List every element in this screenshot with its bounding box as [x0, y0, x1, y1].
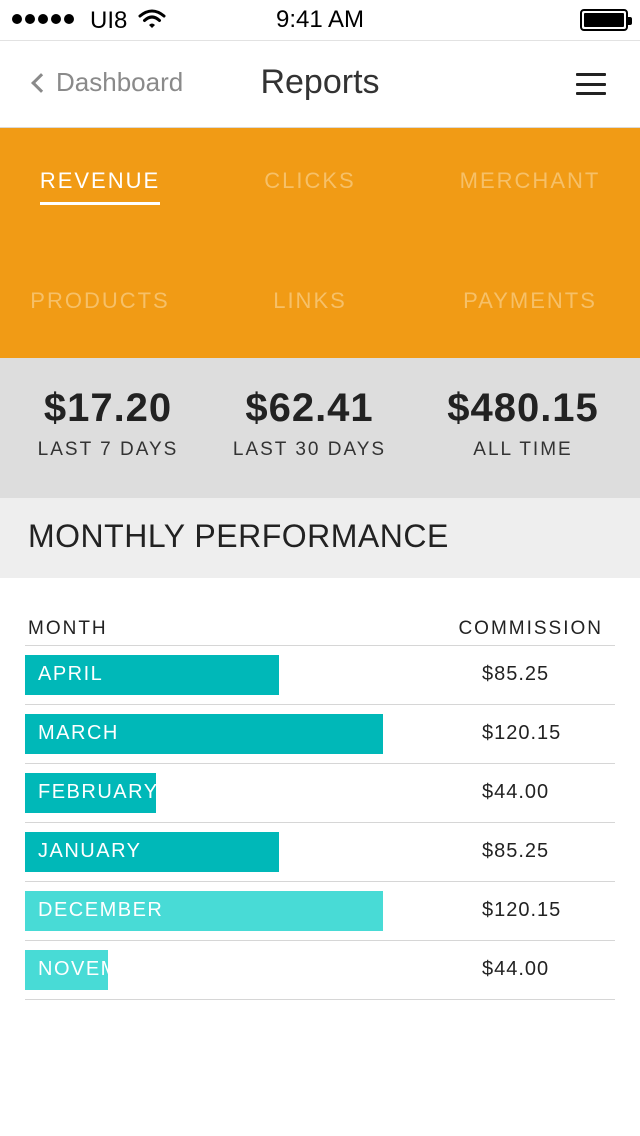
section-title: MONTHLY PERFORMANCE — [28, 518, 449, 554]
tab-label: CLICKS — [264, 168, 356, 193]
month-label: FEBRUARY — [38, 781, 156, 803]
tab-label: PAYMENTS — [463, 288, 597, 313]
tab-revenue[interactable]: REVENUE — [0, 168, 200, 205]
status-time: 9:41 AM — [275, 6, 365, 33]
table-body: APRIL $85.25 MARCH $120.15 FEBRUARY $44.00 JAN… — [25, 646, 615, 1000]
table-row[interactable]: DECEMBER $120.15 — [25, 882, 615, 941]
commission-amount: $120.15 — [482, 899, 562, 921]
tab-label: REVENUE — [39, 168, 161, 193]
battery-icon — [580, 9, 632, 31]
tab-payments[interactable]: PAYMENTS — [430, 288, 630, 314]
stat-value: $62.41 — [245, 386, 374, 430]
stat-last-30-days: $62.41 LAST 30 DAYS — [222, 386, 397, 461]
commission-bar: DECEMBER — [25, 891, 383, 931]
tab-merchant[interactable]: MERCHANT — [430, 168, 630, 194]
status-bar: UI8 9:41 AM — [0, 0, 640, 40]
commission-bar: MARCH — [25, 714, 383, 754]
tab-links[interactable]: LINKS — [210, 288, 410, 314]
stat-last-7-days: $17.20 LAST 7 DAYS — [18, 386, 198, 461]
stat-label: LAST 7 DAYS — [37, 439, 179, 460]
commission-amount: $85.25 — [482, 663, 550, 685]
navigation-bar: Dashboard Reports — [0, 40, 640, 128]
table-header: MONTH COMMISSION — [25, 616, 615, 646]
tab-label: LINKS — [273, 288, 347, 313]
month-label: NOVEMBER — [38, 958, 108, 980]
commission-bar: JANUARY — [25, 832, 279, 872]
month-label: DECEMBER — [38, 899, 164, 921]
month-label: JANUARY — [38, 840, 142, 862]
month-label: MARCH — [38, 722, 119, 744]
page-title: Reports — [260, 63, 380, 101]
revenue-summary: $17.20 LAST 7 DAYS $62.41 LAST 30 DAYS $… — [0, 358, 640, 498]
tab-products[interactable]: PRODUCTS — [0, 288, 200, 314]
active-tab-indicator — [40, 202, 160, 205]
section-header: MONTHLY PERFORMANCE — [0, 498, 640, 578]
stat-all-time: $480.15 ALL TIME — [428, 386, 618, 461]
hamburger-menu-icon[interactable] — [576, 73, 606, 95]
commission-bar: FEBRUARY — [25, 773, 156, 813]
table-row[interactable]: MARCH $120.15 — [25, 705, 615, 764]
table-row[interactable]: APRIL $85.25 — [25, 646, 615, 705]
commission-amount: $85.25 — [482, 840, 550, 862]
commission-amount: $44.00 — [482, 958, 550, 980]
commission-amount: $44.00 — [482, 781, 550, 803]
report-tabs: REVENUE CLICKS MERCHANT PRODUCTS LINKS P… — [0, 128, 640, 358]
column-header-commission: COMMISSION — [458, 618, 603, 639]
monthly-performance-table: MONTH COMMISSION APRIL $85.25 MARCH $120.15… — [25, 616, 615, 1000]
stat-value: $17.20 — [43, 386, 173, 430]
column-header-month: MONTH — [28, 618, 108, 639]
tab-label: PRODUCTS — [30, 288, 170, 313]
commission-bar: APRIL — [25, 655, 279, 695]
table-row[interactable]: NOVEMBER $44.00 — [25, 941, 615, 1000]
table-row[interactable]: JANUARY $85.25 — [25, 823, 615, 882]
stat-label: LAST 30 DAYS — [232, 439, 387, 460]
month-label: APRIL — [38, 663, 104, 685]
table-row[interactable]: FEBRUARY $44.00 — [25, 764, 615, 823]
tab-clicks[interactable]: CLICKS — [210, 168, 410, 194]
stat-value: $480.15 — [447, 386, 599, 430]
stat-label: ALL TIME — [473, 439, 573, 460]
commission-amount: $120.15 — [482, 722, 562, 744]
tab-label: MERCHANT — [459, 168, 601, 193]
commission-bar: NOVEMBER — [25, 950, 108, 990]
